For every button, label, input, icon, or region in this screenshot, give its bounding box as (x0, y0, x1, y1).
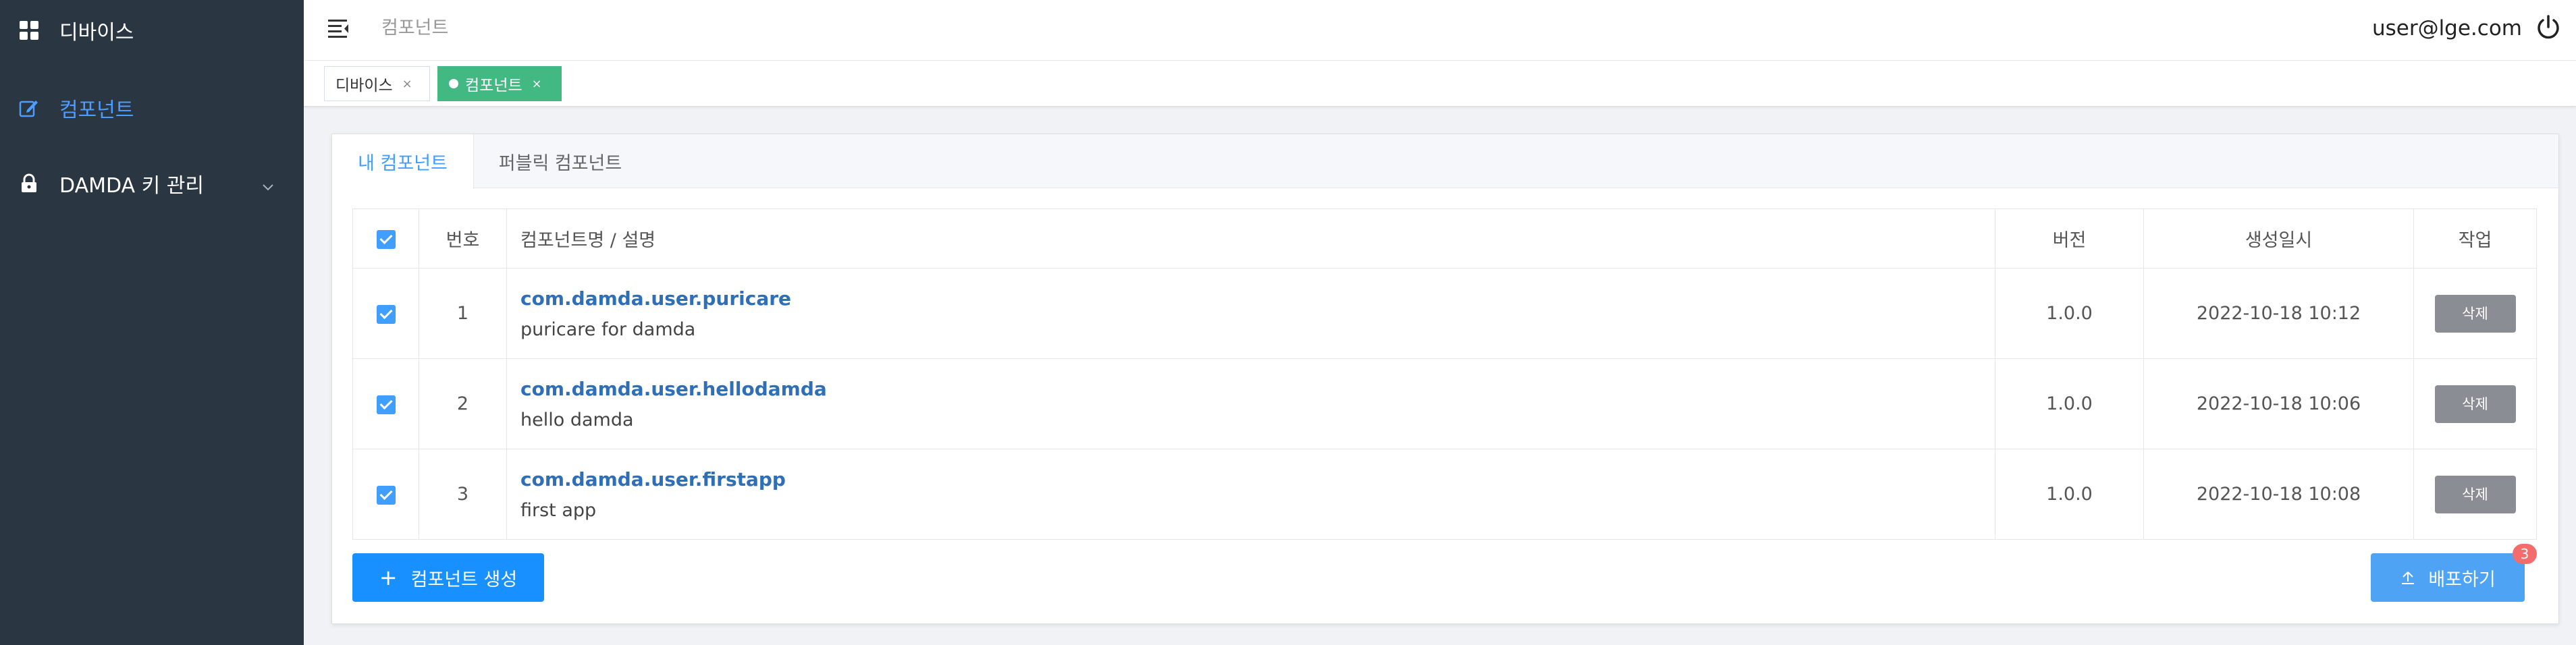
component-created: 2022-10-18 10:06 (2143, 358, 2414, 449)
lock-icon (18, 172, 41, 195)
menu-collapse-icon[interactable] (326, 15, 353, 42)
tab-public-components[interactable]: 퍼블릭 컴포넌트 (474, 134, 647, 188)
select-all-checkbox[interactable] (376, 229, 396, 249)
col-header-version: 버전 (1995, 208, 2144, 269)
row-checkbox[interactable] (376, 485, 396, 505)
component-table: 번호 컴포넌트명 / 설명 버전 생성일시 작업 1 com.damda.use… (352, 208, 2537, 540)
table-row: 1 com.damda.user.puricare puricare for d… (352, 268, 2537, 359)
edit-icon (18, 96, 41, 119)
grid-icon (18, 19, 41, 42)
component-created: 2022-10-18 10:12 (2143, 268, 2414, 359)
delete-button[interactable]: 삭제 (2434, 475, 2516, 513)
deploy-label: 배포하기 (2428, 569, 2496, 590)
upload-icon (2400, 569, 2416, 586)
page-tab-components[interactable]: 컴포넌트 × (437, 66, 562, 101)
row-number: 1 (419, 268, 507, 359)
sidebar-item-components[interactable]: 컴포넌트 (0, 74, 304, 142)
component-description: first app (520, 499, 597, 521)
create-component-label: 컴포넌트 생성 (410, 569, 518, 590)
component-name-link[interactable]: com.damda.user.firstapp (520, 468, 1995, 490)
component-description: hello damda (520, 409, 634, 430)
tab-my-components[interactable]: 내 컴포넌트 (332, 134, 474, 189)
col-header-no: 번호 (419, 208, 507, 269)
table-row: 2 com.damda.user.hellodamda hello damda … (352, 358, 2537, 449)
component-version: 1.0.0 (1995, 358, 2144, 449)
chevron-down-icon (261, 176, 275, 191)
table-header-row: 번호 컴포넌트명 / 설명 버전 생성일시 작업 (352, 208, 2537, 269)
sidebar-item-label: 디바이스 (59, 21, 134, 45)
power-icon[interactable] (2534, 13, 2562, 42)
component-description: puricare for damda (520, 318, 696, 340)
active-dot-icon (449, 79, 458, 88)
deploy-button[interactable]: 배포하기 (2371, 553, 2525, 602)
component-card: 내 컴포넌트 퍼블릭 컴포넌트 번호 컴포넌트명 / 설명 버전 생성일시 작업… (331, 134, 2559, 624)
sidebar-item-label: DAMDA 키 관리 (59, 174, 204, 198)
sidebar-item-damda-keys[interactable]: DAMDA 키 관리 (0, 150, 304, 217)
row-number: 2 (419, 358, 507, 449)
component-version: 1.0.0 (1995, 449, 2144, 540)
table-row: 3 com.damda.user.firstapp first app 1.0.… (352, 449, 2537, 540)
breadcrumb: 컴포넌트 (381, 18, 449, 38)
col-header-name: 컴포넌트명 / 설명 (506, 208, 1995, 269)
plus-icon: + (379, 565, 398, 590)
col-header-action: 작업 (2413, 208, 2537, 269)
row-number: 3 (419, 449, 507, 540)
page-tab-devices[interactable]: 디바이스 × (324, 66, 430, 101)
card-tabs: 내 컴포넌트 퍼블릭 컴포넌트 (332, 134, 2558, 189)
sidebar-item-label: 컴포넌트 (59, 99, 134, 122)
page-tab-strip: 디바이스 × 컴포넌트 × (304, 61, 2576, 107)
close-icon[interactable]: × (532, 77, 542, 91)
create-component-button[interactable]: + 컴포넌트 생성 (352, 553, 544, 602)
deploy-count-badge: 3 (2513, 544, 2537, 564)
delete-button[interactable]: 삭제 (2434, 385, 2516, 423)
row-checkbox[interactable] (376, 304, 396, 324)
page-tab-label: 디바이스 (336, 77, 393, 94)
sidebar: 디바이스 컴포넌트 DAMDA 키 관리 (0, 0, 304, 645)
user-email[interactable]: user@lge.com (2372, 13, 2522, 43)
component-version: 1.0.0 (1995, 268, 2144, 359)
close-icon[interactable]: × (402, 77, 412, 91)
sidebar-item-devices[interactable]: 디바이스 (0, 0, 304, 64)
page-tab-label: 컴포넌트 (465, 77, 522, 94)
delete-button[interactable]: 삭제 (2434, 294, 2516, 333)
component-name-link[interactable]: com.damda.user.hellodamda (520, 378, 1995, 400)
col-header-created: 생성일시 (2143, 208, 2414, 269)
row-checkbox[interactable] (376, 395, 396, 414)
top-header: 컴포넌트 user@lge.com (304, 0, 2576, 61)
component-created: 2022-10-18 10:08 (2143, 449, 2414, 540)
component-name-link[interactable]: com.damda.user.puricare (520, 287, 1995, 310)
